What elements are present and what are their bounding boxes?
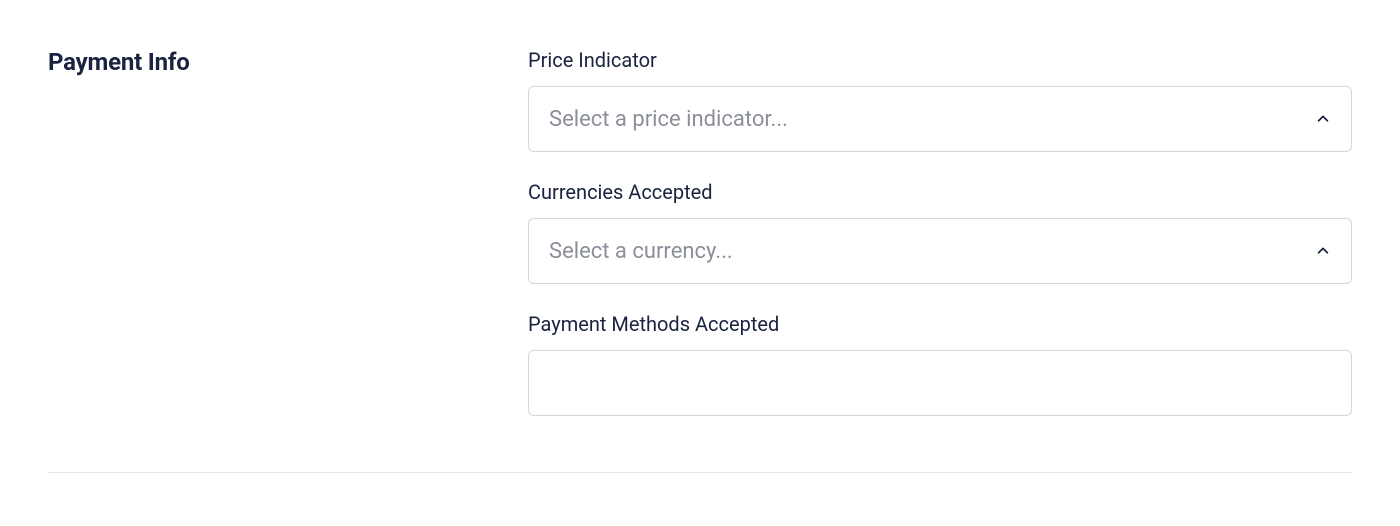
currencies-accepted-placeholder: Select a currency...	[549, 239, 1315, 264]
chevron-up-icon	[1315, 111, 1331, 127]
price-indicator-placeholder: Select a price indicator...	[549, 107, 1315, 132]
price-indicator-select[interactable]: Select a price indicator...	[528, 86, 1352, 152]
payment-methods-input[interactable]	[528, 350, 1352, 416]
section-title-column: Payment Info	[48, 48, 488, 416]
fields-column: Price Indicator Select a price indicator…	[528, 48, 1352, 416]
payment-methods-field-group: Payment Methods Accepted	[528, 312, 1352, 416]
currencies-accepted-select[interactable]: Select a currency...	[528, 218, 1352, 284]
currencies-accepted-field-group: Currencies Accepted Select a currency...	[528, 180, 1352, 284]
currencies-accepted-label: Currencies Accepted	[528, 180, 1352, 204]
chevron-up-icon	[1315, 243, 1331, 259]
payment-info-section: Payment Info Price Indicator Select a pr…	[48, 48, 1352, 473]
price-indicator-label: Price Indicator	[528, 48, 1352, 72]
price-indicator-field-group: Price Indicator Select a price indicator…	[528, 48, 1352, 152]
payment-methods-label: Payment Methods Accepted	[528, 312, 1352, 336]
section-heading: Payment Info	[48, 48, 488, 76]
